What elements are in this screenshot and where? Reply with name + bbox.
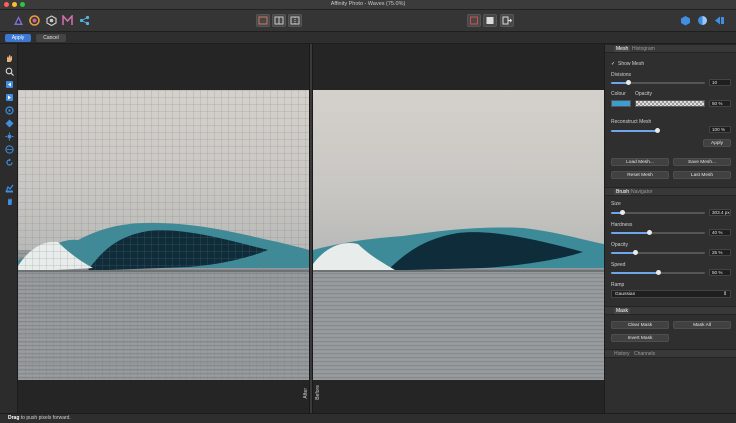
invert-mask-button[interactable]: Invert Mask [611, 334, 669, 342]
tab-histogram[interactable]: Histogram [632, 46, 655, 52]
tab-brush[interactable]: Brush [614, 189, 632, 195]
mesh-panel-header: Mesh Histogram [605, 44, 736, 53]
history-panel-header: History Channels [605, 349, 736, 358]
tab-mask[interactable]: Mask [614, 308, 630, 314]
cancel-button[interactable]: Cancel [36, 34, 66, 42]
twirl-tool-icon[interactable] [4, 144, 14, 154]
ramp-select[interactable]: Gaussian ⇕ [611, 290, 731, 298]
push-forward-tool-icon[interactable] [4, 53, 14, 63]
show-mesh-label: Show Mesh [618, 61, 645, 67]
brush-opacity-label: Opacity [611, 242, 628, 248]
export-persona-icon[interactable] [78, 14, 90, 26]
thaw-tool-icon[interactable] [4, 92, 14, 102]
canvas-area[interactable]: After Before [18, 44, 604, 413]
mesh-colour-swatch[interactable] [611, 100, 631, 107]
main-toolbar [0, 10, 736, 32]
divisions-label: Divisions [611, 72, 632, 78]
divisions-value[interactable]: 10 [709, 79, 731, 86]
arrange-icon[interactable] [713, 14, 725, 26]
before-label: Before [315, 385, 321, 400]
show-mesh-checkbox[interactable]: ✓ [611, 61, 615, 67]
title-bar: Affinity Photo - Waves (75.0%) [0, 0, 736, 10]
pinch-tool-icon[interactable] [4, 118, 14, 128]
hardness-value[interactable]: 40 % [709, 229, 731, 236]
view-mode-single-icon[interactable] [256, 14, 270, 27]
context-toolbar: Apply Cancel [0, 32, 736, 44]
mesh-opacity-value[interactable]: 50 % [709, 100, 731, 107]
load-mesh-button[interactable]: Load Mesh... [611, 158, 669, 166]
clone-tool-icon[interactable] [4, 157, 14, 167]
view-mode-mirror-icon[interactable] [288, 14, 302, 27]
reconstruct-mesh-slider[interactable] [611, 128, 660, 133]
tone-map-persona-icon[interactable] [61, 14, 73, 26]
after-label: After [303, 388, 309, 399]
divisions-slider[interactable] [611, 80, 705, 85]
ramp-select-value: Gaussian [615, 292, 636, 297]
size-label: Size [611, 201, 621, 207]
punch-tool-icon[interactable] [4, 131, 14, 141]
photo-persona-icon[interactable] [12, 14, 24, 26]
reconstruct-mesh-value[interactable]: 100 % [709, 126, 731, 133]
apply-button[interactable]: Apply [5, 34, 31, 42]
size-value[interactable]: 303.4 px [709, 209, 731, 216]
freeze-tool-icon[interactable] [4, 79, 14, 89]
view-mode-split-icon[interactable] [272, 14, 286, 27]
tools-panel [0, 44, 18, 413]
tab-navigator[interactable]: Navigator [631, 189, 652, 195]
turbulence-tool-icon[interactable] [4, 105, 14, 115]
window-title: Affinity Photo - Waves (75.0%) [330, 1, 406, 7]
brush-opacity-slider[interactable] [611, 250, 705, 255]
zoom-tool-icon[interactable] [4, 66, 14, 76]
brush-panel-header: Brush Navigator [605, 187, 736, 196]
mask-all-button[interactable]: Mask All [673, 321, 731, 329]
last-mesh-button[interactable]: Last Mesh [673, 171, 731, 179]
move-selection-icon[interactable] [500, 14, 514, 27]
save-mesh-button[interactable]: Save Mesh... [673, 158, 731, 166]
liquify-persona-icon[interactable] [28, 14, 40, 26]
clear-mask-button[interactable]: Clear Mask [611, 321, 669, 329]
mesh-opacity-slider[interactable] [635, 100, 705, 107]
size-slider[interactable] [611, 210, 705, 215]
reconstruct-tool-icon[interactable] [4, 183, 14, 193]
assistant-icon[interactable] [679, 14, 691, 26]
mesh-opacity-label: Opacity [635, 91, 652, 97]
reconstruct-mesh-label: Reconstruct Mesh [611, 119, 652, 125]
develop-persona-icon[interactable] [45, 14, 57, 26]
brush-opacity-value[interactable]: 25 % [709, 249, 731, 256]
speed-value[interactable]: 50 % [709, 269, 731, 276]
speed-label: Speed [611, 262, 626, 268]
ramp-label: Ramp [611, 282, 625, 288]
status-action: Drag [8, 415, 20, 421]
tab-channels[interactable]: Channels [634, 351, 655, 357]
tab-history[interactable]: History [614, 351, 630, 357]
status-bar: Drag to push pixels forward. [0, 413, 736, 423]
colour-label: Colour [611, 91, 626, 97]
speed-slider[interactable] [611, 270, 705, 275]
mask-panel-header: Mask [605, 306, 736, 315]
selection-mode-icon[interactable] [483, 14, 497, 27]
before-view[interactable] [313, 90, 604, 380]
mesh-grid-overlay [18, 90, 309, 380]
after-view[interactable] [18, 90, 309, 380]
hardness-label: Hardness [611, 222, 633, 228]
snapping-icon[interactable] [696, 14, 708, 26]
hardness-slider[interactable] [611, 230, 705, 235]
studio-panel: Mesh Histogram ✓ Show Mesh Divisions 10 … [604, 44, 736, 413]
chevron-updown-icon: ⇕ [722, 292, 727, 297]
hand-tool-icon[interactable] [4, 196, 14, 206]
quick-mask-icon[interactable] [467, 14, 481, 27]
status-text: to push pixels forward. [19, 415, 71, 421]
reconstruct-apply-button[interactable]: Apply [703, 139, 731, 147]
tab-mesh[interactable]: Mesh [614, 46, 631, 52]
reset-mesh-button[interactable]: Reset Mesh [611, 171, 669, 179]
wave-image [313, 227, 604, 272]
